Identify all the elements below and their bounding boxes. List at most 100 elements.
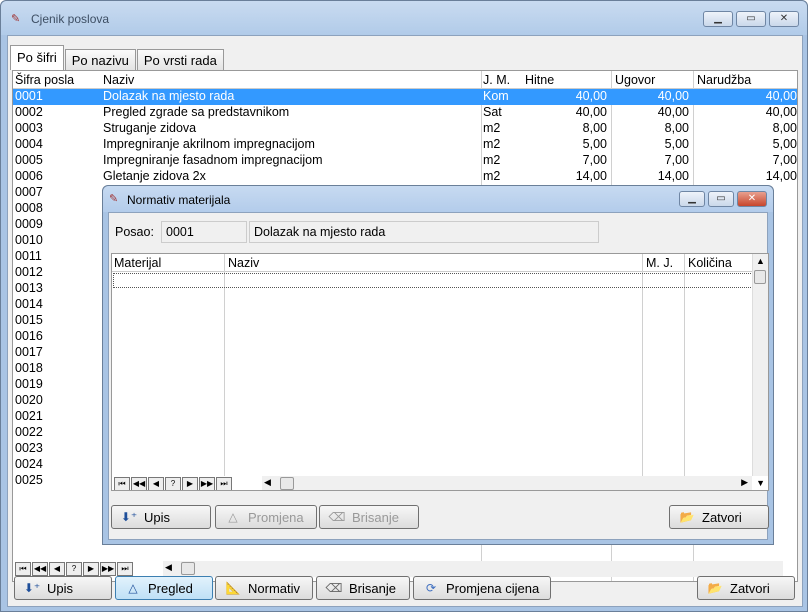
nav-next-page-icon[interactable]: ▶▶ [100,562,116,576]
scroll-down-icon[interactable]: ▼ [756,478,765,488]
posao-sifra-field: 0001 [161,221,247,243]
table-row[interactable]: 0005 Impregniranje fasadnom impregnacijom… [13,153,797,169]
upis-label: Upis [47,580,74,596]
tab-0[interactable]: Po šifri [10,45,64,70]
insert-icon: ⬇⁺ [23,581,41,595]
dialog-maximize-icon[interactable]: ▭ [708,191,734,207]
cell-ugovor: 7,00 [664,153,689,167]
zatvori-button[interactable]: 📂 Zatvori [697,576,795,600]
tab-2[interactable]: Po vrsti rada [136,49,224,70]
nav-first-icon[interactable]: ⏮ [15,562,31,576]
col-header-materijal[interactable]: Materijal [114,256,161,270]
cell-sifra: 0005 [15,153,43,167]
normativ-button[interactable]: 📐 Normativ [215,576,313,600]
nav-next-icon[interactable]: ▶ [182,477,198,490]
scroll-up-icon[interactable]: ▲ [756,256,765,266]
scroll-thumb[interactable] [181,562,195,575]
zatvori-label: Zatvori [730,580,770,596]
cell-sifra: 0009 [15,217,43,231]
dialog-upis-button[interactable]: ⬇⁺ Upis [111,505,211,529]
material-grid[interactable]: Materijal Naziv M. J. Količina ▲ ⏮ ◀◀ ◀? ▶ ▶… [111,253,769,491]
vertical-scrollbar[interactable]: ▲ [752,254,768,476]
scroll-thumb[interactable] [754,270,766,284]
dialog-brisanje-button[interactable]: ⌫ Brisanje [319,505,419,529]
empty-new-row[interactable] [113,273,753,288]
col-header-naziv[interactable]: Naziv [103,73,134,87]
cell-sifra: 0003 [15,121,43,135]
scroll-left-icon[interactable]: ◀ [264,477,271,488]
table-row[interactable]: 0002 Pregled zgrade sa predstavnikom Sat 40… [13,105,797,121]
col-header-mj[interactable]: M. J. [646,256,673,270]
scroll-right-icon[interactable]: ▶ [741,477,748,488]
cell-naziv: Impregniranje akrilnom impregnacijom [103,137,315,151]
cell-naziv: Pregled zgrade sa predstavnikom [103,105,290,119]
cell-hitne: 40,00 [575,89,607,103]
dialog-horizontal-scrollbar[interactable]: ◀ ▶ [262,476,752,490]
cell-sifra: 0011 [15,249,42,263]
dialog-promjena-button[interactable]: △ Promjena [215,505,317,529]
refresh-icon: ⟳ [425,581,437,595]
nav-next-page-icon[interactable]: ▶▶ [199,477,215,490]
col-header-naziv[interactable]: Naziv [228,256,259,270]
cell-ugovor: 8,00 [664,121,689,135]
material-grid-header: Materijal Naziv M. J. Količina [112,254,768,272]
cell-naziv: Gletanje zidova 2x [103,169,206,183]
col-header-jm[interactable]: J. M. [483,73,510,87]
table-row[interactable]: 0004 Impregniranje akrilnom impregnacijom… [13,137,797,153]
cell-jm: m2 [483,169,501,183]
col-header-narudzba[interactable]: Narudžba [697,73,751,87]
table-row[interactable]: 0006 Gletanje zidova 2x m2 14,00 14,00 14,00 [13,169,797,185]
scroll-left-icon[interactable]: ◀ [165,562,172,573]
dialog-title: Normativ materijala [127,193,231,207]
nav-last-icon[interactable]: ⏭ [117,562,133,576]
dialog-brisanje-label: Brisanje [352,509,399,525]
cell-sifra: 0008 [15,201,43,215]
insert-icon: ⬇⁺ [120,510,138,524]
brisanje-button[interactable]: ⌫ Brisanje [316,576,410,600]
nav-search-icon[interactable]: ? [165,477,181,490]
col-header-kolicina[interactable]: Količina [688,256,732,270]
dialog-app-icon: ✎ [109,193,119,205]
cell-sifra: 0021 [15,409,43,423]
close-icon[interactable]: ✕ [769,11,799,27]
nav-last-icon[interactable]: ⏭ [216,477,232,490]
table-row[interactable]: 0003 Struganje zidova m2 8,00 8,00 8,00 [13,121,797,137]
horizontal-scrollbar[interactable]: ◀ [163,561,783,577]
maximize-icon[interactable]: ▭ [736,11,766,27]
minimize-icon[interactable]: ▁ [703,11,733,27]
title-bar[interactable]: ✎ Cjenik poslova ▁ ▭ ✕ [1,1,807,35]
triangle-icon: △ [128,581,138,595]
cell-sifra: 0017 [15,345,43,359]
cell-narudzba: 14,00 [765,169,797,183]
nav-prev-icon[interactable]: ◀ [49,562,65,576]
nav-search-icon[interactable]: ? [66,562,82,576]
dialog-minimize-icon[interactable]: ▁ [679,191,705,207]
upis-button[interactable]: ⬇⁺ Upis [14,576,112,600]
nav-prev-icon[interactable]: ◀ [148,477,164,490]
table-row[interactable]: 0001 Dolazak na mjesto rada Kom 40,00 40,00 4… [13,89,797,105]
dialog-upis-label: Upis [144,509,171,525]
cell-hitne: 40,00 [575,105,607,119]
pregled-label: Pregled [148,580,193,596]
posao-naziv-field: Dolazak na mjesto rada [249,221,599,243]
eraser-icon: ⌫ [328,510,346,524]
scroll-thumb[interactable] [280,477,294,490]
dialog-title-bar[interactable]: ✎ Normativ materijala ▁ ▭ ✕ [103,186,773,212]
tab-1[interactable]: Po nazivu [64,49,136,70]
col-header-ugovor[interactable]: Ugovor [615,73,655,87]
nav-prev-page-icon[interactable]: ◀◀ [131,477,147,490]
record-navigator: ⏮ ◀◀ ◀? ▶ ▶▶ ⏭ [15,561,134,577]
folder-icon: 📂 [707,581,723,595]
cell-hitne: 7,00 [582,153,607,167]
promjena-cijena-button[interactable]: ⟳ Promjena cijena [413,576,551,600]
nav-next-icon[interactable]: ▶ [83,562,99,576]
cell-sifra: 0013 [15,281,43,295]
nav-first-icon[interactable]: ⏮ [114,477,130,490]
nav-prev-page-icon[interactable]: ◀◀ [32,562,48,576]
brisanje-label: Brisanje [349,580,396,596]
dialog-zatvori-button[interactable]: 📂 Zatvori [669,505,769,529]
pregled-button[interactable]: △ Pregled [115,576,213,600]
dialog-close-icon[interactable]: ✕ [737,191,767,207]
col-header-hitne[interactable]: Hitne [525,73,554,87]
col-header-sifra[interactable]: Šifra posla [15,73,74,87]
